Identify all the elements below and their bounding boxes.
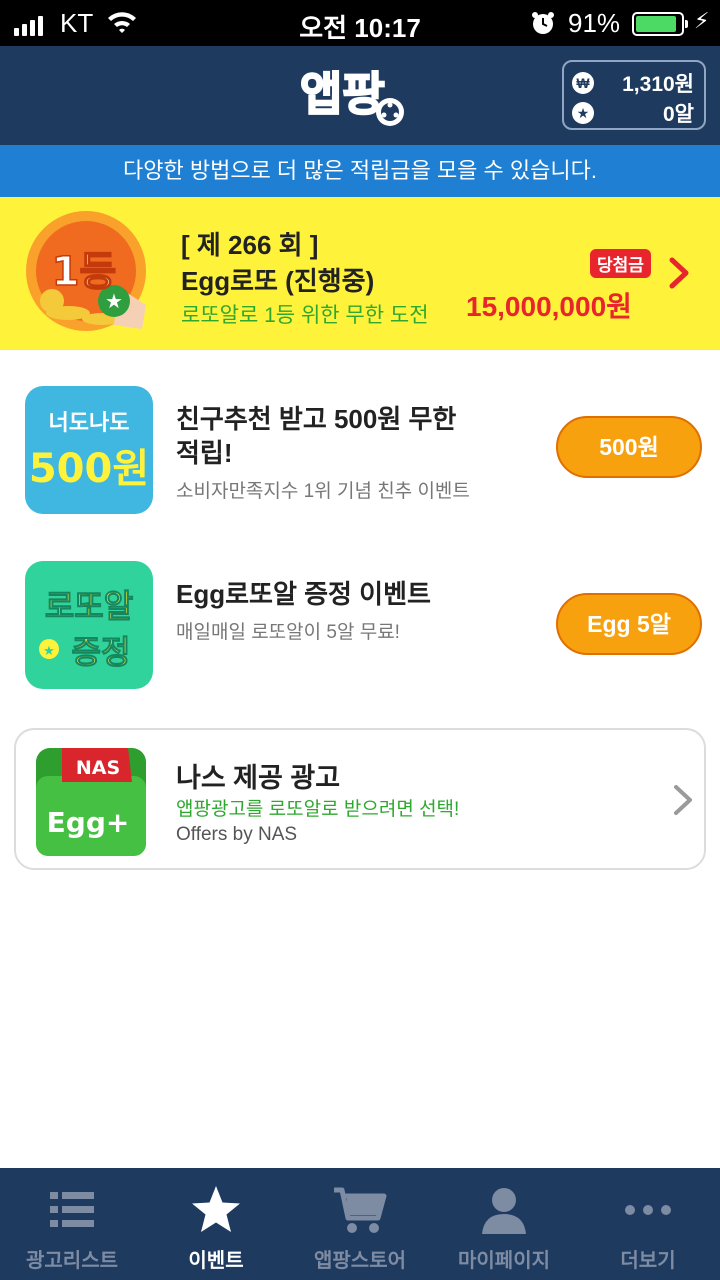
notice-banner: 다양한 방법으로 더 많은 적립금을 모을 수 있습니다. (0, 145, 720, 197)
bottom-tab-bar: 광고리스트 이벤트 앱팡스토어 마이페이지 더보기 (0, 1168, 720, 1280)
signal-icon (14, 16, 43, 36)
tab-more[interactable]: 더보기 (576, 1168, 720, 1280)
ad-source: Offers by NAS (176, 824, 298, 845)
status-bar: KT 오전 10:17 91% ⚡ (0, 0, 720, 46)
won-coin-icon: ₩ (572, 72, 594, 94)
event-row-friend-referral[interactable]: 너도나도 500원 친구추천 받고 500원 무한적립! 소비자만족지수 1위 … (0, 386, 720, 536)
battery-percent: 91% (568, 8, 621, 38)
nas-ad-card[interactable]: NAS Egg+ 나스 제공 광고 앱팡광고를 로또알로 받으려면 선택! Of… (14, 728, 706, 870)
chevron-right-icon (672, 784, 694, 821)
tab-store[interactable]: 앱팡스토어 (288, 1168, 432, 1280)
egg-balance: 0알 (663, 103, 694, 126)
charging-icon: ⚡ (694, 8, 710, 33)
chevron-right-icon (668, 257, 690, 294)
svg-text:앱팡: 앱팡 (300, 67, 385, 121)
event-subtitle: 소비자만족지수 1위 기념 친추 이벤트 (176, 481, 470, 502)
won-balance: 1,310원 (622, 73, 694, 96)
egg-star-icon: ★ (572, 102, 594, 124)
wifi-icon (106, 10, 138, 41)
won-balance-row: ₩ 1,310원 (572, 68, 694, 98)
tab-ad-list[interactable]: 광고리스트 (0, 1168, 144, 1280)
thumb-text: 너도나도 (49, 411, 130, 436)
nas-egg-folder-icon: NAS Egg+ (32, 742, 150, 860)
thumb-text: 500원 (29, 446, 149, 492)
tab-my-page[interactable]: 마이페이지 (432, 1168, 576, 1280)
tab-label: 앱팡스토어 (314, 1250, 406, 1272)
tab-event[interactable]: 이벤트 (144, 1168, 288, 1280)
app-header: 앱팡 ₩ 1,310원 ★ 0알 (0, 46, 720, 145)
event-title: 친구추천 받고 500원 무한적립! (176, 404, 457, 468)
cart-icon (332, 1184, 388, 1236)
tab-label: 마이페이지 (458, 1250, 550, 1272)
battery-icon (632, 12, 688, 36)
lotto-title: Egg로또 (진행중) (181, 266, 375, 296)
reward-egg-button[interactable]: Egg 5알 (556, 593, 702, 655)
prize-label-badge: 당첨금 (590, 249, 651, 278)
event-title: Egg로또알 증정 이벤트 (176, 579, 431, 609)
ad-thumb-badge-text: NAS (76, 757, 120, 779)
lotto-icon-text: 1등 (52, 249, 117, 295)
event-subtitle: 매일매일 로또알이 5알 무료! (176, 622, 400, 643)
lotto-egg-gift-thumbnail: 로또알 ★ 증정 (25, 561, 153, 689)
egg-balance-row: ★ 0알 (572, 98, 694, 128)
ad-description: 앱팡광고를 로또알로 받으려면 선택! (176, 799, 460, 820)
app-logo[interactable]: 앱팡 (298, 60, 413, 132)
tab-label: 이벤트 (188, 1250, 244, 1272)
reward-500-button[interactable]: 500원 (556, 416, 702, 478)
balance-box[interactable]: ₩ 1,310원 ★ 0알 (562, 60, 706, 130)
event-row-lotto-egg-gift[interactable]: 로또알 ★ 증정 Egg로또알 증정 이벤트 매일매일 로또알이 5알 무료! … (0, 561, 720, 711)
prize-amount: 15,000,000원 (466, 291, 632, 322)
ad-thumb-text: Egg+ (47, 806, 130, 839)
person-icon (476, 1184, 532, 1236)
friend-referral-thumbnail: 너도나도 500원 (25, 386, 153, 514)
tab-label: 광고리스트 (26, 1250, 118, 1272)
list-icon (44, 1184, 100, 1236)
lotto-round: [ 제 266 회 ] (181, 230, 319, 260)
lotto-banner[interactable]: ★ 1등 [ 제 266 회 ] Egg로또 (진행중) 로또알로 1등 위한 … (0, 197, 720, 350)
svg-text:★: ★ (43, 644, 55, 659)
star-icon (188, 1184, 244, 1236)
thumb-text: 로또알 (45, 587, 133, 625)
thumb-text: 증정 (72, 633, 131, 671)
lotto-description: 로또알로 1등 위한 무한 도전 (181, 304, 429, 327)
ad-title: 나스 제공 광고 (176, 763, 341, 793)
carrier-label: KT (60, 8, 94, 38)
more-icon (620, 1184, 676, 1236)
lotto-first-prize-icon: ★ 1등 (22, 209, 160, 339)
tab-label: 더보기 (620, 1250, 676, 1272)
alarm-icon (530, 10, 556, 43)
